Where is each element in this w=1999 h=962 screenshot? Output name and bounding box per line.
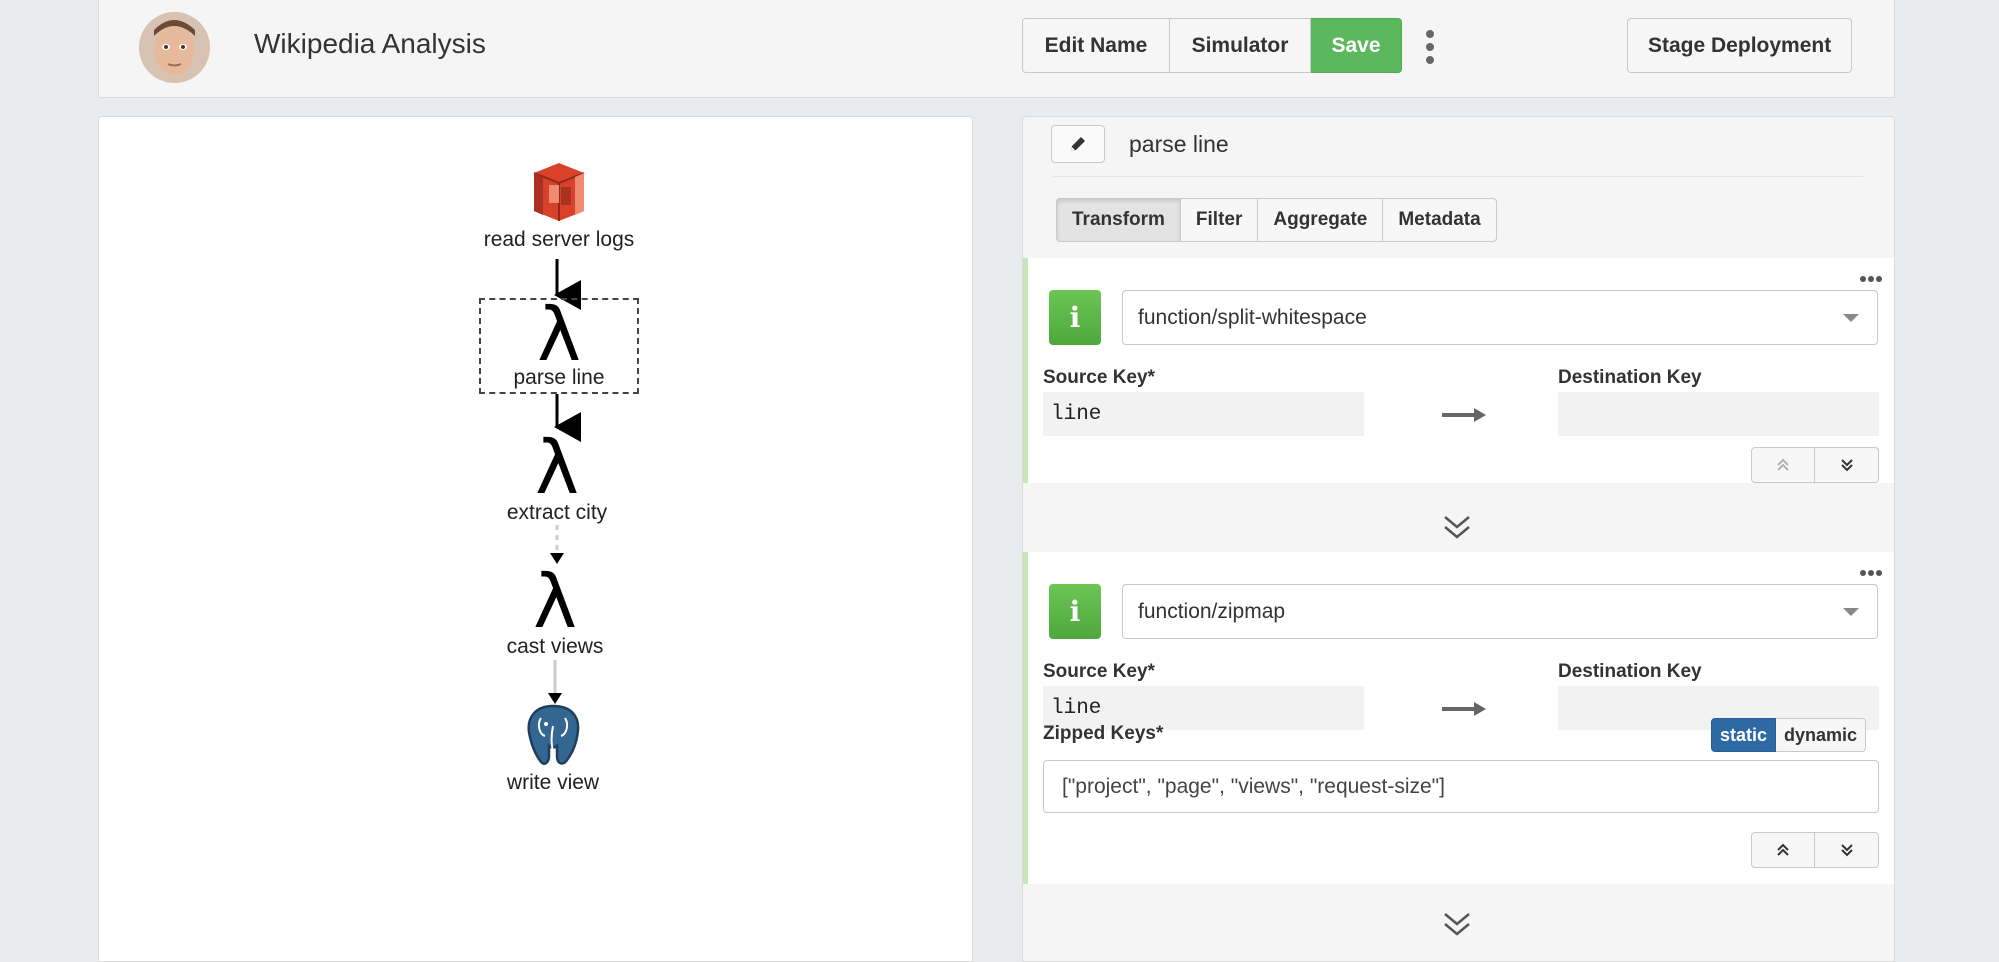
double-chevron-down-icon [1840, 844, 1853, 857]
transform-card: i function/split-whitespace Source Key* … [1023, 258, 1894, 483]
move-down-button[interactable] [1815, 447, 1879, 483]
static-toggle[interactable]: static [1711, 718, 1777, 752]
chevron-down-icon [1843, 314, 1859, 322]
tab-aggregate[interactable]: Aggregate [1258, 198, 1384, 242]
pencil-icon [1071, 137, 1085, 151]
move-buttons [1751, 447, 1879, 483]
expand-chevron-icon[interactable] [1442, 911, 1472, 937]
source-key-label: Source Key* [1043, 367, 1155, 388]
source-key-input[interactable]: line [1043, 392, 1364, 436]
chevron-down-icon [1843, 608, 1859, 616]
move-up-button[interactable] [1751, 447, 1815, 483]
user-avatar[interactable] [139, 12, 210, 83]
function-select-value: function/zipmap [1138, 599, 1286, 623]
zipped-keys-input[interactable]: ["project", "page", "views", "request-si… [1043, 760, 1879, 813]
pipeline-graph-panel: read server logs λ parse line λ extract … [98, 116, 973, 962]
card-options-icon[interactable] [1860, 276, 1882, 282]
lambda-icon: λ [533, 559, 577, 645]
dynamic-toggle[interactable]: dynamic [1776, 718, 1867, 752]
transform-card: i function/zipmap Source Key* line Desti… [1023, 552, 1894, 884]
node-label: read server logs [483, 228, 635, 251]
card-options-icon[interactable] [1860, 570, 1882, 576]
move-buttons [1751, 832, 1879, 868]
zip-mode-toggle: static dynamic [1711, 718, 1867, 752]
header-button-group: Edit Name Simulator Save [1022, 18, 1402, 73]
tab-filter[interactable]: Filter [1180, 198, 1259, 242]
header-divider [1053, 176, 1863, 177]
node-label: extract city [506, 501, 608, 524]
double-chevron-down-icon [1840, 459, 1853, 472]
destination-key-label: Destination Key [1558, 367, 1702, 388]
destination-key-input[interactable] [1558, 392, 1879, 436]
pipeline-node-cast-views[interactable]: λ cast views [455, 565, 655, 659]
tab-metadata[interactable]: Metadata [1383, 198, 1497, 242]
function-select[interactable]: function/split-whitespace [1122, 290, 1878, 345]
double-chevron-up-icon [1777, 843, 1789, 856]
node-label: write view [506, 771, 600, 794]
tab-transform[interactable]: Transform [1056, 198, 1181, 242]
lambda-icon: λ [535, 425, 579, 511]
move-down-button[interactable] [1815, 832, 1879, 868]
simulator-button[interactable]: Simulator [1170, 18, 1311, 73]
more-options-icon[interactable] [1423, 30, 1437, 64]
app-title: Wikipedia Analysis [254, 28, 486, 59]
pipeline-node-write-view[interactable]: write view [453, 702, 653, 795]
aws-s3-icon [533, 163, 585, 221]
function-select-value: function/split-whitespace [1138, 305, 1367, 329]
info-icon[interactable]: i [1049, 290, 1101, 345]
arrow-right-icon [1442, 408, 1486, 422]
pipeline-node-extract-city[interactable]: λ extract city [457, 431, 657, 525]
stage-name: parse line [1129, 131, 1229, 157]
zipped-keys-label: Zipped Keys* [1043, 723, 1164, 744]
pipeline-node-read-server-logs[interactable]: read server logs [459, 161, 659, 252]
edit-stage-name-button[interactable] [1051, 125, 1105, 163]
stage-editor-panel: parse line Transform Filter Aggregate Me… [1022, 116, 1895, 962]
expand-chevron-icon[interactable] [1442, 514, 1472, 540]
lambda-icon: λ [537, 292, 581, 378]
pipeline-node-parse-line[interactable]: λ parse line [479, 298, 639, 394]
source-key-label: Source Key* [1043, 661, 1155, 682]
info-icon[interactable]: i [1049, 584, 1101, 639]
app-header: Wikipedia Analysis Edit Name Simulator S… [98, 0, 1895, 98]
postgres-elephant-icon [527, 704, 580, 765]
editor-tabs: Transform Filter Aggregate Metadata [1056, 198, 1497, 242]
double-chevron-up-icon [1777, 458, 1789, 471]
stage-deployment-button[interactable]: Stage Deployment [1627, 18, 1853, 73]
edit-name-button[interactable]: Edit Name [1022, 18, 1170, 73]
destination-key-label: Destination Key [1558, 661, 1702, 682]
function-select[interactable]: function/zipmap [1122, 584, 1878, 639]
node-label: parse line [513, 366, 605, 389]
save-button[interactable]: Save [1311, 18, 1402, 73]
move-up-button[interactable] [1751, 832, 1815, 868]
node-label: cast views [506, 635, 604, 658]
arrow-right-icon [1442, 702, 1486, 716]
